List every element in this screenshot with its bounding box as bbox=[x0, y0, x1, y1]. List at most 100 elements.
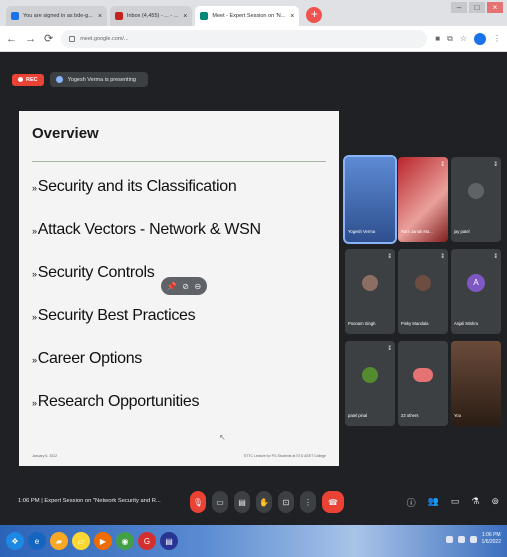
participant-avatar bbox=[362, 367, 378, 383]
mouse-cursor-icon: ↖ bbox=[219, 433, 226, 442]
slide-bullet: »Security Best Practices bbox=[32, 307, 196, 324]
meeting-details[interactable]: 1:06 PM | Expert Session on "Network Sec… bbox=[18, 498, 161, 504]
slide-footer: January 6, 2022 STTC Lecture for PG Stud… bbox=[32, 454, 326, 458]
host-controls-icon[interactable]: ⊚ bbox=[491, 496, 499, 509]
raise-hand-icon[interactable]: ✋ bbox=[256, 491, 272, 513]
participant-tile[interactable]: ⁑ Poonam Singh bbox=[345, 249, 395, 334]
star-icon[interactable]: ☆ bbox=[460, 34, 467, 43]
slide-footer-date: January 6, 2022 bbox=[32, 454, 58, 458]
mic-off-icon: ⁑ bbox=[441, 254, 445, 260]
url-field[interactable]: meet.google.com/... bbox=[61, 29, 428, 48]
side-panel-controls: ⓘ 👥 ▭ ⚗ ⊚ bbox=[407, 496, 499, 509]
captions-icon[interactable]: ▤ bbox=[234, 491, 250, 513]
camera-toggle-icon[interactable]: ▭ bbox=[212, 491, 228, 513]
window-close-button[interactable]: × bbox=[487, 2, 503, 13]
present-screen-icon[interactable]: ⊡ bbox=[278, 491, 294, 513]
mic-off-icon: ⁑ bbox=[494, 162, 498, 168]
address-bar-row: ← → ⟳ meet.google.com/... ■ ⧉ ☆ ⋮ bbox=[0, 26, 507, 52]
end-call-button[interactable]: ☎ bbox=[322, 491, 344, 513]
recording-label: REC bbox=[26, 76, 38, 83]
presenting-banner[interactable]: Yogesh Verma is presenting bbox=[49, 72, 148, 87]
mic-off-icon: ⁑ bbox=[441, 162, 445, 168]
camera-icon[interactable]: ■ bbox=[435, 34, 440, 43]
folder-icon[interactable]: ▱ bbox=[72, 532, 90, 550]
browser-tab-1[interactable]: You are signed in as bde-g... × bbox=[6, 6, 107, 26]
participant-tile-others[interactable]: 23 others bbox=[398, 341, 448, 426]
mic-off-icon: ⁑ bbox=[388, 346, 392, 352]
slide-bullet: »Research Opportunities bbox=[32, 393, 200, 410]
participant-name: Yogesh Verma bbox=[348, 229, 376, 234]
info-icon[interactable]: ⓘ bbox=[407, 496, 416, 509]
shared-slide: Overview »Security and its Classificatio… bbox=[19, 111, 339, 466]
microphone-toggle-icon[interactable]: 🎙 bbox=[190, 491, 206, 513]
file-explorer-icon[interactable]: ▰ bbox=[50, 532, 68, 550]
participant-name: Anjali Mishra bbox=[454, 321, 478, 326]
back-arrow-icon[interactable]: ← bbox=[6, 33, 17, 45]
pin-icon[interactable]: 📌 bbox=[167, 282, 177, 291]
participant-tile[interactable]: ⁑ Pinky Mandala bbox=[398, 249, 448, 334]
browser-tab-3[interactable]: Meet - Expert Session on 'N... × bbox=[195, 6, 300, 26]
more-options-icon[interactable]: ⋮ bbox=[300, 491, 316, 513]
reload-icon[interactable]: ⟳ bbox=[44, 32, 53, 45]
meet-control-bar: 1:06 PM | Expert Session on "Network Sec… bbox=[0, 482, 507, 525]
slide-bullet: »Security and its Classification bbox=[32, 178, 237, 195]
new-tab-button[interactable]: + bbox=[306, 7, 323, 23]
participant-tile[interactable]: ⁑ A Anjali Mishra bbox=[451, 249, 501, 334]
participant-tile[interactable]: Yogesh Verma bbox=[343, 155, 397, 244]
more-icon[interactable]: ⊖ bbox=[195, 282, 202, 291]
participant-tile[interactable]: ⁑ Ram Janak Ma... bbox=[398, 157, 448, 242]
chat-icon[interactable]: ▭ bbox=[451, 496, 460, 509]
slide-title: Overview bbox=[32, 125, 99, 142]
close-icon[interactable]: × bbox=[98, 13, 102, 20]
screen: You are signed in as bde-g... × Inbox (4… bbox=[0, 0, 507, 557]
participant-grid: Yogesh Verma ⁑ Ram Janak Ma... ⁑ jay pat… bbox=[343, 155, 501, 427]
slide-footer-note: STTC Lecture for PG Students at STU ASET… bbox=[243, 454, 326, 458]
start-button[interactable]: ❖ bbox=[6, 532, 24, 550]
participant-name: Pinky Mandala bbox=[401, 321, 429, 326]
meeting-status-strip: REC Yogesh Verma is presenting bbox=[12, 72, 148, 87]
participant-avatar bbox=[415, 275, 431, 291]
forward-arrow-icon[interactable]: → bbox=[25, 33, 36, 45]
mute-icon[interactable]: ⊘ bbox=[182, 282, 189, 291]
activities-icon[interactable]: ⚗ bbox=[471, 496, 479, 509]
tab-favicon-icon bbox=[11, 12, 19, 20]
os-taskbar: ❖ e ▰ ▱ ▶ ◉ G ▤ 1:06 PM 1/6/2022 bbox=[0, 525, 507, 557]
mic-off-icon: ⁑ bbox=[494, 254, 498, 260]
network-icon[interactable] bbox=[445, 535, 453, 543]
slide-bullet: »Career Options bbox=[32, 350, 143, 367]
menu-dots-icon[interactable]: ⋮ bbox=[493, 34, 501, 43]
share-icon[interactable]: ⧉ bbox=[447, 34, 453, 44]
slide-bullets: »Security and its Classification »Attack… bbox=[32, 178, 261, 436]
volume-icon[interactable] bbox=[457, 535, 465, 543]
participant-tile-self[interactable]: You bbox=[451, 341, 501, 426]
chrome-icon[interactable]: ◉ bbox=[116, 532, 134, 550]
close-icon[interactable]: × bbox=[290, 13, 294, 20]
app-icon[interactable]: G bbox=[138, 532, 156, 550]
participant-name: Poonam Singh bbox=[348, 321, 376, 326]
clock-time: 1:06 PM bbox=[481, 532, 501, 538]
minimize-button[interactable]: – bbox=[451, 2, 467, 13]
meet-window: REC Yogesh Verma is presenting Overview … bbox=[0, 52, 507, 525]
media-player-icon[interactable]: ▶ bbox=[94, 532, 112, 550]
browser-tab-2[interactable]: Inbox (4,455) - ... - ... × bbox=[109, 6, 193, 26]
participant-name: You bbox=[454, 413, 462, 418]
mic-off-icon: ⁑ bbox=[388, 254, 392, 260]
presenter-avatar-icon bbox=[55, 76, 63, 83]
record-dot-icon bbox=[18, 77, 23, 82]
meet-icon bbox=[200, 12, 209, 20]
system-clock[interactable]: 1:06 PM 1/6/2022 bbox=[482, 532, 501, 546]
maximize-button[interactable]: □ bbox=[469, 2, 485, 13]
participant-tile[interactable]: ⁑ jay patel bbox=[451, 157, 501, 242]
close-icon[interactable]: × bbox=[183, 13, 187, 20]
participant-tile[interactable]: ⁑ patel pinal bbox=[345, 341, 395, 426]
profile-avatar[interactable] bbox=[474, 32, 486, 45]
presentation-overlay-controls: 📌 ⊘ ⊖ bbox=[161, 277, 207, 295]
internet-explorer-icon[interactable]: e bbox=[28, 532, 46, 550]
tab-label: Meet - Expert Session on 'N... bbox=[212, 13, 286, 19]
app-window-icon[interactable]: ▤ bbox=[160, 532, 178, 550]
people-icon[interactable]: 👥 bbox=[428, 496, 439, 509]
browser-tab-strip: You are signed in as bde-g... × Inbox (4… bbox=[0, 0, 507, 26]
tab-label: Inbox (4,455) - ... - ... bbox=[126, 13, 179, 19]
recording-badge: REC bbox=[12, 73, 44, 86]
battery-icon[interactable] bbox=[469, 535, 477, 543]
